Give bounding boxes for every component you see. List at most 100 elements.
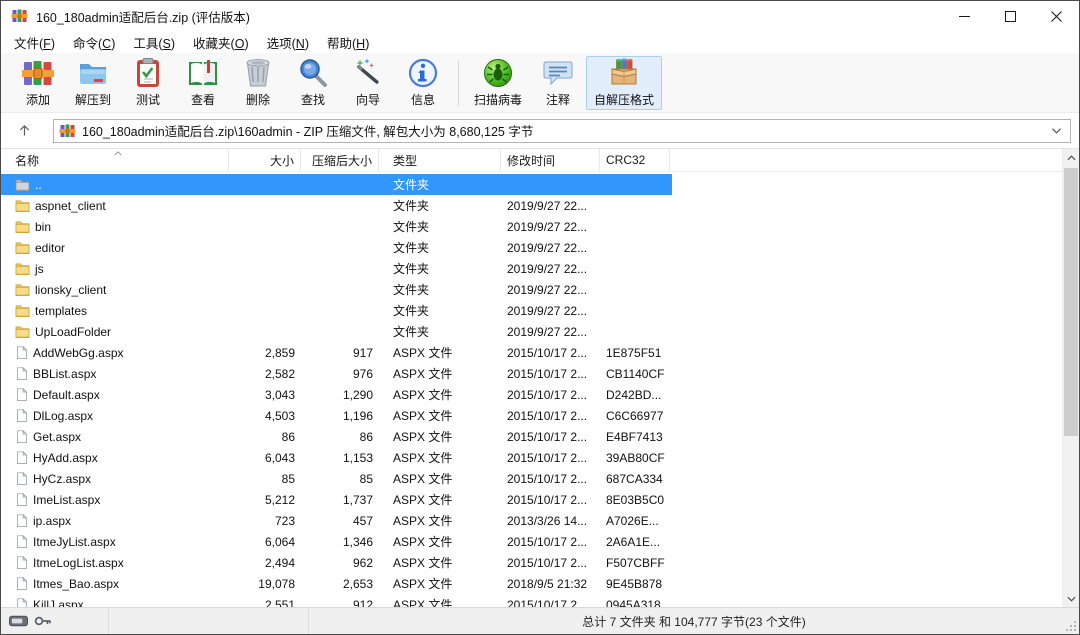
menu-item-command[interactable]: 命令(C) (64, 31, 124, 54)
file-name-cell: KillJ.aspx (7, 597, 229, 607)
file-row[interactable]: lionsky_client文件夹2019/9/27 22... (1, 279, 672, 300)
toolbar-button-extract-to[interactable]: 解压到 (66, 56, 120, 110)
column-header-name[interactable]: 名称 (7, 149, 229, 171)
file-row[interactable]: Itmes_Bao.aspx19,0782,653ASPX 文件2018/9/5… (1, 573, 672, 594)
archive-path-combobox[interactable]: 160_180admin适配后台.zip\160admin - ZIP 压缩文件… (53, 119, 1071, 143)
file-name-cell: bin (7, 220, 229, 234)
toolbar-button-info[interactable]: 信息 (396, 56, 450, 110)
file-size: 85 (229, 472, 301, 486)
file-icon (15, 534, 28, 549)
menu-item-tools[interactable]: 工具(S) (124, 31, 184, 54)
disk-icon[interactable] (9, 615, 28, 627)
file-name: KillJ.aspx (33, 598, 84, 608)
file-icon (15, 576, 28, 591)
toolbar-button-find[interactable]: 查找 (286, 56, 340, 110)
folder-icon (15, 199, 30, 212)
file-modified: 2015/10/17 2... (501, 388, 600, 402)
file-name-cell: Get.aspx (7, 429, 229, 444)
file-row[interactable]: KillJ.aspx2,551912ASPX 文件2015/10/17 2...… (1, 594, 672, 607)
add-books-icon (22, 57, 54, 89)
file-name-cell: ItmeJyList.aspx (7, 534, 229, 549)
column-header-modified[interactable]: 修改时间 (501, 149, 600, 171)
resize-grip[interactable] (1065, 620, 1077, 632)
toolbar-button-add[interactable]: 添加 (11, 56, 65, 110)
file-row[interactable]: ImeList.aspx5,2121,737ASPX 文件2015/10/17 … (1, 489, 672, 510)
file-icon (15, 429, 28, 444)
file-row[interactable]: Default.aspx3,0431,290ASPX 文件2015/10/17 … (1, 384, 672, 405)
file-name-cell: UpLoadFolder (7, 325, 229, 339)
file-name-cell: ItmeLogList.aspx (7, 555, 229, 570)
file-name: DlLog.aspx (33, 409, 93, 423)
scroll-down-icon[interactable] (1063, 590, 1079, 607)
file-row[interactable]: templates文件夹2019/9/27 22... (1, 300, 672, 321)
file-crc32: 0945A318 (600, 598, 670, 608)
file-row[interactable]: bin文件夹2019/9/27 22... (1, 216, 672, 237)
scrollbar-thumb[interactable] (1064, 168, 1078, 436)
file-name: ItmeLogList.aspx (33, 556, 124, 570)
file-row[interactable]: UpLoadFolder 文件夹2019/9/27 22... (1, 321, 672, 342)
file-row[interactable]: BBList.aspx2,582976ASPX 文件2015/10/17 2..… (1, 363, 672, 384)
file-row[interactable]: DlLog.aspx4,5031,196ASPX 文件2015/10/17 2.… (1, 405, 672, 426)
file-type: ASPX 文件 (379, 344, 501, 361)
menu-item-options[interactable]: 选项(N) (258, 31, 318, 54)
file-name: AddWebGg.aspx (33, 346, 124, 360)
file-name: Get.aspx (33, 430, 81, 444)
file-row[interactable]: HyCz.aspx8585ASPX 文件2015/10/17 2...687CA… (1, 468, 672, 489)
toolbar-button-view[interactable]: 查看 (176, 56, 230, 110)
scroll-up-icon[interactable] (1063, 149, 1079, 166)
file-row[interactable]: aspnet_client文件夹2019/9/27 22... (1, 195, 672, 216)
file-modified: 2015/10/17 2... (501, 598, 600, 608)
file-row[interactable]: ..文件夹 (1, 174, 672, 195)
toolbar-button-comment[interactable]: 注释 (531, 56, 585, 110)
toolbar-button-wizard[interactable]: 向导 (341, 56, 395, 110)
file-row[interactable]: ItmeJyList.aspx6,0641,346ASPX 文件2015/10/… (1, 531, 672, 552)
file-crc32: 687CA334 (600, 472, 670, 486)
file-size: 2,494 (229, 556, 301, 570)
file-crc32: C6C66977 (600, 409, 670, 423)
file-row[interactable]: Get.aspx8686ASPX 文件2015/10/17 2...E4BF74… (1, 426, 672, 447)
menu-bar: 文件(F)命令(C)工具(S)收藏夹(O)选项(N)帮助(H) (1, 31, 1079, 53)
menu-item-file[interactable]: 文件(F) (5, 31, 64, 54)
menu-item-favorites[interactable]: 收藏夹(O) (184, 31, 258, 54)
file-modified: 2019/9/27 22... (501, 262, 600, 276)
key-icon[interactable] (34, 615, 52, 627)
maximize-button[interactable] (987, 1, 1033, 31)
file-row[interactable]: ItmeLogList.aspx2,494962ASPX 文件2015/10/1… (1, 552, 672, 573)
toolbar-button-delete[interactable]: 删除 (231, 56, 285, 110)
file-crc32: E4BF7413 (600, 430, 670, 444)
file-type: 文件夹 (379, 302, 501, 319)
file-row[interactable]: js文件夹2019/9/27 22... (1, 258, 672, 279)
close-button[interactable] (1033, 1, 1079, 31)
file-row[interactable]: ip.aspx723457ASPX 文件2013/3/26 14...A7026… (1, 510, 672, 531)
sfx-box-icon (608, 57, 640, 89)
toolbar-button-test[interactable]: 测试 (121, 56, 175, 110)
file-row[interactable]: HyAdd.aspx6,0431,153ASPX 文件2015/10/17 2.… (1, 447, 672, 468)
file-type: 文件夹 (379, 323, 501, 340)
file-modified: 2018/9/5 21:32 (501, 577, 600, 591)
toolbar-button-sfx[interactable]: 自解压格式 (586, 56, 662, 110)
file-modified: 2019/9/27 22... (501, 325, 600, 339)
column-header-packed[interactable]: 压缩后大小 (301, 149, 379, 171)
chevron-down-icon[interactable] (1051, 127, 1062, 135)
vertical-scrollbar[interactable] (1062, 149, 1079, 607)
status-bar: 总计 7 文件夹 和 104,777 字节(23 个文件) (1, 607, 1079, 634)
file-icon (15, 345, 28, 360)
file-name-cell: AddWebGg.aspx (7, 345, 229, 360)
file-name: HyCz.aspx (33, 472, 91, 486)
file-row[interactable]: editor文件夹2019/9/27 22... (1, 237, 672, 258)
folder-up-icon (15, 178, 30, 191)
menu-item-help[interactable]: 帮助(H) (318, 31, 378, 54)
file-modified: 2019/9/27 22... (501, 283, 600, 297)
column-header-type[interactable]: 类型 (379, 149, 501, 171)
minimize-button[interactable] (941, 1, 987, 31)
file-type: 文件夹 (379, 218, 501, 235)
file-name: editor (35, 241, 65, 255)
column-header-crc32[interactable]: CRC32 (600, 149, 670, 171)
up-one-level-button[interactable] (9, 119, 39, 143)
file-name-cell: HyAdd.aspx (7, 450, 229, 465)
file-type: ASPX 文件 (379, 491, 501, 508)
file-row[interactable]: AddWebGg.aspx2,859917ASPX 文件2015/10/17 2… (1, 342, 672, 363)
toolbar-button-scan-virus[interactable]: 扫描病毒 (466, 56, 530, 110)
folder-icon (15, 325, 30, 338)
column-header-size[interactable]: 大小 (229, 149, 301, 171)
